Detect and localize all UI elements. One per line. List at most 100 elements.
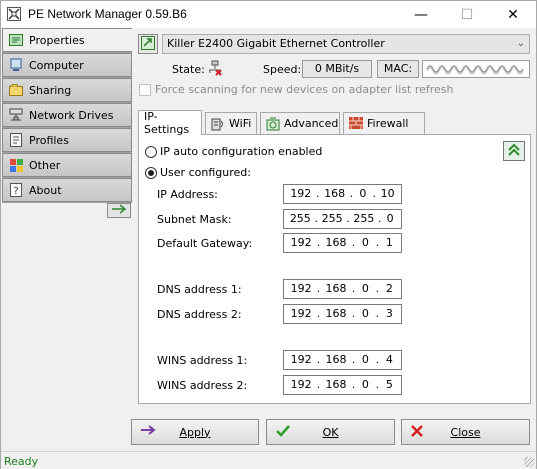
octet: 168 xyxy=(324,187,346,200)
octet: 0 xyxy=(361,378,369,391)
tab-firewall[interactable]: Firewall xyxy=(343,112,425,134)
close-window-button[interactable]: ✕ xyxy=(490,1,536,28)
user-configured-radio[interactable] xyxy=(145,166,157,179)
sidebar-item-label: Computer xyxy=(29,58,84,72)
adapter-select-value: Killer E2400 Gigabit Ethernet Controller xyxy=(167,37,385,50)
ip-auto-label: IP auto configuration enabled xyxy=(160,145,323,158)
sidebar-item-label: Other xyxy=(29,158,61,172)
wifi-icon xyxy=(211,117,225,131)
octet: 0 xyxy=(361,353,369,366)
close-button[interactable]: Close xyxy=(401,419,530,445)
wins-address-2-label: WINS address 2: xyxy=(157,379,248,392)
octet: 168 xyxy=(325,378,347,391)
ip-address-field[interactable]: 192. 168. 0. 10 xyxy=(283,184,402,204)
title-bar[interactable]: PE Network Manager 0.59.B6 — ☐ ✕ xyxy=(1,1,536,28)
wins-address-2-field[interactable]: 192. 168. 0. 5 xyxy=(283,375,402,395)
computer-icon xyxy=(9,58,23,72)
octet: 0 xyxy=(361,307,369,320)
sidebar-item-computer[interactable]: Computer xyxy=(2,53,132,77)
network-disconnected-icon xyxy=(207,60,223,79)
sidebar-item-label: Sharing xyxy=(29,83,72,97)
octet: 2 xyxy=(385,282,393,295)
minimize-button[interactable]: — xyxy=(398,1,444,28)
octet: 0 xyxy=(386,212,394,225)
sidebar-item-sharing[interactable]: Sharing xyxy=(2,78,132,102)
status-bar: Ready xyxy=(1,451,536,469)
maximize-button[interactable]: ☐ xyxy=(444,1,490,28)
apply-label: Apply xyxy=(179,425,211,439)
ok-button[interactable]: OK xyxy=(266,419,395,445)
adapter-select[interactable]: Killer E2400 Gigabit Ethernet Controller… xyxy=(162,34,530,54)
properties-icon xyxy=(9,33,23,47)
octet: 10 xyxy=(380,187,395,200)
apply-button[interactable]: Apply xyxy=(131,419,259,445)
sidebar-item-label: Network Drives xyxy=(29,108,114,122)
mac-value xyxy=(422,60,530,78)
force-scan-label: Force scanning for new devices on adapte… xyxy=(155,83,454,96)
ip-auto-option[interactable]: IP auto configuration enabled xyxy=(145,145,322,158)
octet: 255 xyxy=(289,212,311,225)
arrow-right-icon xyxy=(111,204,127,217)
window-title: PE Network Manager 0.59.B6 xyxy=(28,7,187,21)
dns-address-2-field[interactable]: 192. 168. 0. 3 xyxy=(283,304,402,324)
firewall-icon xyxy=(349,116,363,131)
octet: 3 xyxy=(385,307,393,320)
octet: 192 xyxy=(290,187,312,200)
octet: 192 xyxy=(290,307,312,320)
tab-label: IP-Settings xyxy=(144,110,190,136)
sidebar-toggle-button[interactable] xyxy=(107,203,131,218)
main-window: PE Network Manager 0.59.B6 — ☐ ✕ Propert… xyxy=(0,0,537,469)
sidebar-item-network-drives[interactable]: Network Drives xyxy=(2,103,132,127)
dns-address-2-label: DNS address 2: xyxy=(157,308,242,321)
user-configured-option[interactable]: User configured: xyxy=(145,166,251,179)
sidebar-item-label: Profiles xyxy=(29,133,69,147)
state-label: State: xyxy=(172,63,205,76)
sidebar-item-profiles[interactable]: Profiles xyxy=(2,128,132,152)
advanced-settings-icon xyxy=(266,117,280,131)
force-scan-checkbox[interactable] xyxy=(139,83,151,96)
ip-auto-radio[interactable] xyxy=(145,145,157,158)
refresh-icon xyxy=(141,35,155,53)
sidebar-item-label: About xyxy=(29,183,62,197)
octet: 0 xyxy=(359,187,367,200)
chevron-down-icon: ⌄ xyxy=(516,38,525,49)
maximize-icon: ☐ xyxy=(460,6,474,23)
sidebar-item-label: Properties xyxy=(29,33,85,47)
speed-value: 0 MBit/s xyxy=(302,60,372,78)
sidebar-item-properties[interactable]: Properties xyxy=(2,28,132,52)
sidebar-item-about[interactable]: ? About xyxy=(2,178,132,202)
collapse-button[interactable] xyxy=(503,141,525,161)
wins-address-1-field[interactable]: 192. 168. 0. 4 xyxy=(283,350,402,370)
status-text: Ready xyxy=(4,455,39,468)
tab-advanced[interactable]: Advanced xyxy=(260,112,340,134)
about-icon: ? xyxy=(9,183,23,197)
octet: 0 xyxy=(361,236,369,249)
resize-grip-icon[interactable] xyxy=(524,457,534,467)
default-gateway-field[interactable]: 192. 168. 0. 1 xyxy=(283,233,402,253)
svg-text:?: ? xyxy=(13,186,18,197)
octet: 0 xyxy=(361,282,369,295)
user-configured-label: User configured: xyxy=(160,166,251,179)
force-scan-option[interactable]: Force scanning for new devices on adapte… xyxy=(139,83,454,96)
tab-ip-settings[interactable]: IP-Settings xyxy=(138,110,202,136)
octet: 1 xyxy=(385,236,393,249)
sharing-icon xyxy=(9,83,23,97)
profiles-icon xyxy=(9,133,23,147)
tab-wifi[interactable]: WiFi xyxy=(205,112,257,134)
sidebar-item-other[interactable]: Other xyxy=(2,153,132,177)
check-icon xyxy=(275,424,291,440)
octet: 168 xyxy=(325,307,347,320)
octet: 255 xyxy=(321,212,343,225)
wins-address-1-label: WINS address 1: xyxy=(157,354,248,367)
octet: 5 xyxy=(385,378,393,391)
double-chevron-up-icon xyxy=(507,143,521,160)
dns-address-1-field[interactable]: 192. 168. 0. 2 xyxy=(283,279,402,299)
octet: 255 xyxy=(353,212,375,225)
tab-label: Firewall xyxy=(367,117,409,130)
tab-label: WiFi xyxy=(229,117,252,130)
minimize-icon: — xyxy=(414,6,428,23)
octet: 192 xyxy=(290,282,312,295)
refresh-adapters-button[interactable] xyxy=(138,34,158,54)
subnet-mask-field[interactable]: 255. 255. 255. 0 xyxy=(283,209,402,229)
octet: 168 xyxy=(325,282,347,295)
